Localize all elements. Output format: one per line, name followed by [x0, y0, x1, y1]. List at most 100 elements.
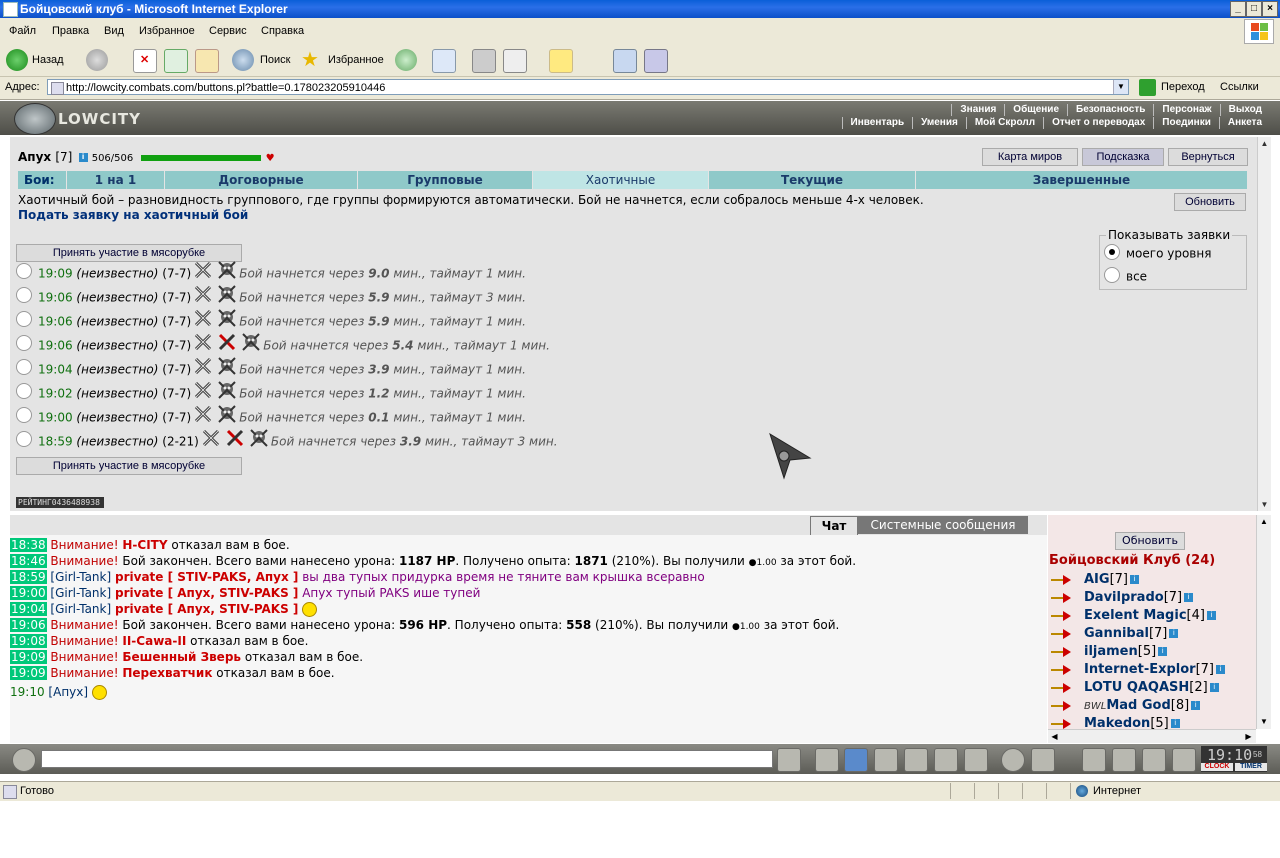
nav-inventory[interactable]: Инвентарь	[841, 117, 913, 129]
users-scroll-up-icon[interactable]: ▲	[1257, 515, 1271, 528]
fight-radio[interactable]	[16, 263, 32, 279]
smiley-icon[interactable]	[1001, 748, 1025, 772]
chat-timestamp[interactable]: 19:10	[10, 685, 45, 699]
chat-private[interactable]: private [ Апух, STIV-PAKS ]	[115, 602, 298, 616]
user-name[interactable]: Makedon	[1084, 716, 1150, 729]
home-icon[interactable]	[195, 49, 219, 73]
chat-sender[interactable]: [Girl-Tank]	[50, 602, 111, 616]
world-map-button[interactable]: Карта миров	[982, 148, 1078, 166]
apply-fight-link[interactable]: Подать заявку на хаотичный бой	[18, 208, 248, 222]
chat-timestamp[interactable]: 18:59	[10, 570, 47, 584]
users-scroll-down-icon[interactable]: ▼	[1257, 715, 1271, 728]
group-icon[interactable]	[1142, 748, 1166, 772]
chat-nick[interactable]: Перехватчик	[122, 666, 212, 680]
save-log-icon[interactable]	[874, 748, 898, 772]
messenger-icon[interactable]	[613, 49, 637, 73]
info-icon[interactable]: i	[1158, 647, 1168, 656]
radio-all[interactable]	[1104, 267, 1120, 283]
scroll-down-icon[interactable]: ▼	[1258, 498, 1271, 511]
menu-file[interactable]: Файл	[9, 25, 36, 37]
exit-icon[interactable]	[1172, 748, 1196, 772]
scroll-up-icon[interactable]: ▲	[1258, 137, 1271, 150]
nav-fights[interactable]: Поединки	[1153, 117, 1219, 129]
user-name[interactable]: Internet-Explor	[1084, 662, 1196, 677]
info-icon[interactable]: i	[1130, 575, 1139, 584]
nav-security[interactable]: Безопасность	[1067, 104, 1153, 116]
back-arrow-icon[interactable]	[6, 49, 28, 71]
nav-profile[interactable]: Анкета	[1218, 117, 1270, 129]
private-arrow-icon[interactable]	[1050, 700, 1072, 712]
fight-radio[interactable]	[16, 431, 32, 447]
mute-icon[interactable]	[1031, 748, 1055, 772]
info-icon[interactable]: i	[78, 153, 88, 162]
refresh-icon[interactable]	[164, 49, 188, 73]
hint-button[interactable]: Подсказка	[1082, 148, 1164, 166]
private-arrow-icon[interactable]	[1050, 628, 1072, 640]
chat-private[interactable]: private [ STIV-PAKS, Апух ]	[115, 570, 298, 584]
chat-mode-icon[interactable]	[12, 748, 36, 772]
tab-chat[interactable]: Чат	[810, 516, 858, 536]
stop-icon[interactable]: ✕	[133, 49, 157, 73]
sound-icon[interactable]	[964, 748, 988, 772]
user-name[interactable]: Exelent Magic	[1084, 608, 1187, 623]
private-arrow-icon[interactable]	[1050, 682, 1072, 694]
filter-option-all[interactable]: все	[1104, 267, 1147, 285]
user-name[interactable]: iljamen	[1084, 644, 1138, 659]
private-arrow-icon[interactable]	[1050, 592, 1072, 604]
join-fight-button-bottom[interactable]: Принять участие в мясорубке	[16, 457, 242, 475]
print-icon[interactable]	[472, 49, 496, 73]
chat-nick[interactable]: II-Cawa-II	[122, 634, 186, 648]
private-arrow-icon[interactable]	[1050, 664, 1072, 676]
nav-exit[interactable]: Выход	[1219, 104, 1270, 116]
info-icon[interactable]: i	[1184, 593, 1194, 602]
private-arrow-icon[interactable]	[1050, 610, 1072, 622]
chat-sender[interactable]: [Girl-Tank]	[50, 570, 111, 584]
tab-chaotic[interactable]: Хаотичные	[533, 171, 709, 189]
menu-favorites[interactable]: Избранное	[139, 25, 195, 37]
chat-sender[interactable]: [Girl-Tank]	[50, 586, 111, 600]
nav-knowledge[interactable]: Знания	[951, 104, 1004, 116]
user-name[interactable]: AIG	[1084, 572, 1110, 587]
info-icon[interactable]: i	[1191, 701, 1201, 710]
nav-my-scroll[interactable]: Мой Скролл	[965, 117, 1043, 129]
chat-timestamp[interactable]: 19:04	[10, 602, 47, 616]
user-name[interactable]: Gannibal	[1084, 626, 1149, 641]
go-button[interactable]: Переход	[1161, 81, 1205, 93]
clear-chat-icon[interactable]	[815, 748, 839, 772]
tab-group[interactable]: Групповые	[358, 171, 533, 189]
research-icon[interactable]	[644, 49, 668, 73]
menu-edit[interactable]: Правка	[52, 25, 89, 37]
player-name[interactable]: Апух	[18, 150, 51, 164]
fight-radio[interactable]	[16, 383, 32, 399]
maximize-button[interactable]: □	[1246, 1, 1262, 17]
info-icon[interactable]: i	[1169, 629, 1179, 638]
filter-chat-icon[interactable]	[844, 748, 868, 772]
back-button-label[interactable]: Назад	[32, 54, 64, 66]
url-dropdown-icon[interactable]: ▼	[1113, 80, 1128, 94]
mail-icon[interactable]	[432, 49, 456, 73]
favorites-star-icon[interactable]: ★	[301, 49, 323, 71]
url-input[interactable]: http://lowcity.combats.com/buttons.pl?ba…	[47, 79, 1129, 95]
tab-agreed[interactable]: Договорные	[165, 171, 358, 189]
forward-arrow-icon[interactable]	[86, 49, 108, 71]
private-arrow-icon[interactable]	[1050, 718, 1072, 730]
menu-help[interactable]: Справка	[261, 25, 304, 37]
users-hscrollbar[interactable]: ◀ ▶	[1048, 729, 1256, 743]
menu-view[interactable]: Вид	[104, 25, 124, 37]
tab-current[interactable]: Текущие	[709, 171, 916, 189]
info-icon[interactable]: i	[1209, 683, 1219, 692]
return-button[interactable]: Вернуться	[1168, 148, 1248, 166]
info-icon[interactable]: i	[1216, 665, 1226, 674]
scroll-left-icon[interactable]: ◀	[1048, 730, 1061, 743]
chat-timestamp[interactable]: 19:00	[10, 586, 47, 600]
users-refresh-button[interactable]: Обновить	[1115, 532, 1185, 550]
private-arrow-icon[interactable]	[1050, 574, 1072, 586]
user-name[interactable]: LOTU QAQASH	[1084, 680, 1189, 695]
chat-timestamp[interactable]: 19:09	[10, 666, 47, 680]
radio-my-level[interactable]	[1104, 244, 1120, 260]
go-arrow-icon[interactable]	[1139, 79, 1156, 96]
chat-nick[interactable]: H-CITY	[122, 538, 167, 552]
chat-self[interactable]: [Апух]	[48, 685, 88, 699]
main-scrollbar[interactable]: ▲ ▼	[1257, 137, 1271, 511]
info-icon[interactable]: i	[1170, 719, 1180, 728]
